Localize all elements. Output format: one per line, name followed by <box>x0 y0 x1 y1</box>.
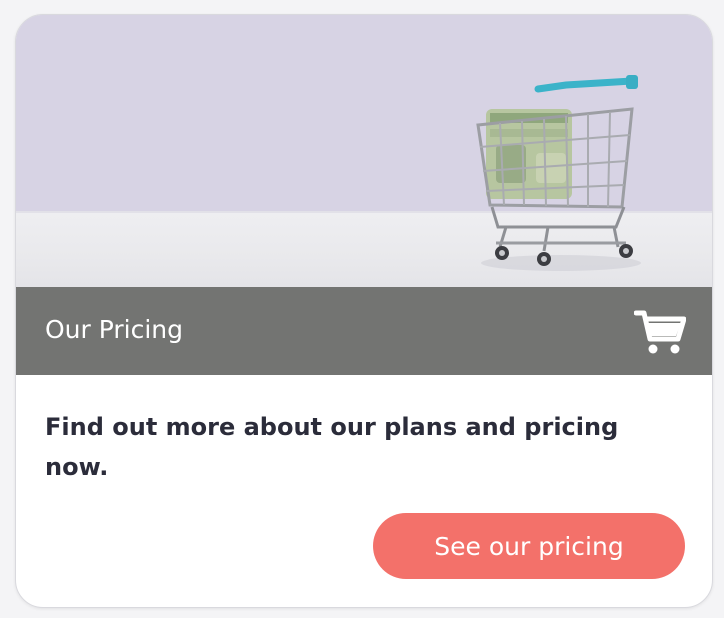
hero-image <box>16 15 712 287</box>
card-title: Our Pricing <box>45 315 184 344</box>
pricing-card: Our Pricing Find out more about our plan… <box>15 14 713 608</box>
shopping-cart-icon <box>634 310 686 354</box>
see-pricing-button[interactable]: See our pricing <box>373 513 685 579</box>
card-header: Our Pricing <box>16 287 712 375</box>
card-description: Find out more about our plans and pricin… <box>45 413 619 481</box>
shopping-cart-photo-icon <box>476 75 641 271</box>
